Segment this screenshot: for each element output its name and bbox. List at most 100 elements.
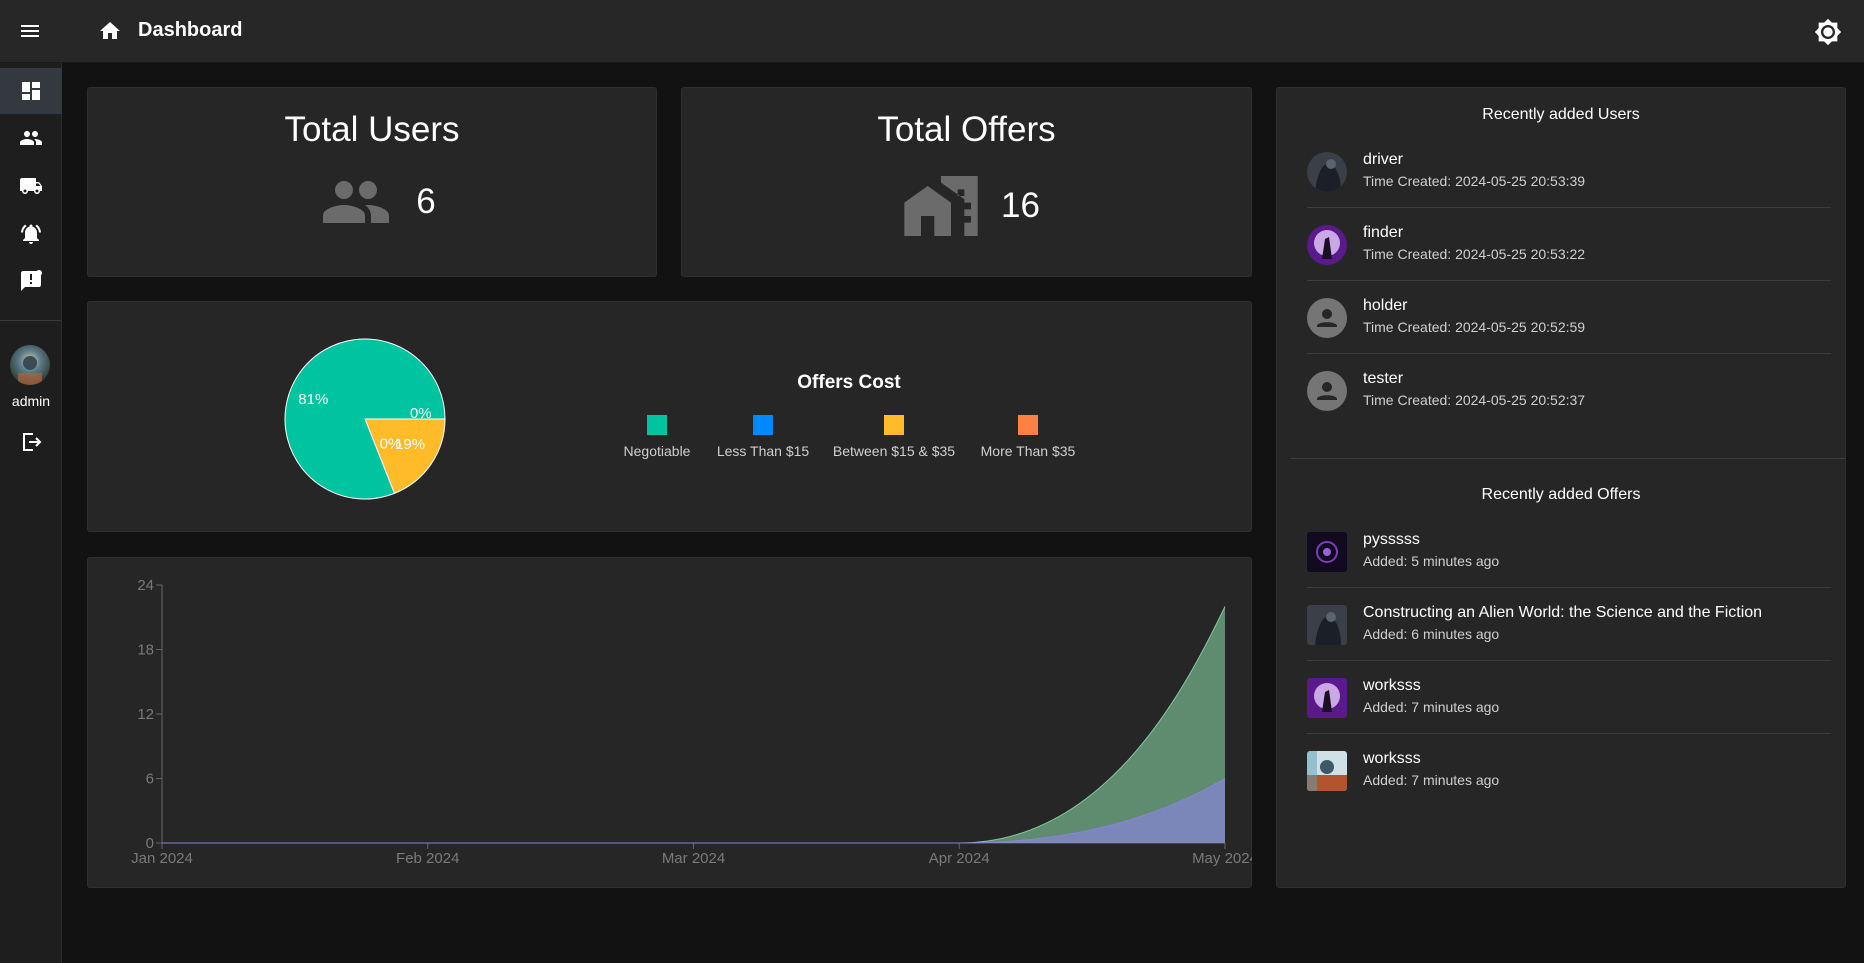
nav-announcements[interactable] [0, 258, 62, 304]
section-divider [1291, 458, 1845, 459]
offer-added-time: Added: 5 minutes ago [1363, 553, 1500, 569]
user-name: driver [1363, 151, 1404, 168]
home-work-icon [904, 176, 978, 236]
recent-offers-heading: Recently added Offers [1481, 486, 1641, 503]
legend-label: Less Than $15 [716, 443, 810, 459]
legend-swatch [1018, 415, 1038, 435]
legend-label: More Than $35 [980, 443, 1076, 459]
dashboard-icon [22, 82, 40, 100]
recent-user-item[interactable]: tester Time Created: 2024-05-25 20:52:37 [1307, 370, 1831, 443]
divider [1307, 207, 1831, 208]
y-tick-label: 24 [137, 577, 154, 594]
logout-icon[interactable] [19, 430, 43, 454]
legend-between-15-35[interactable]: Between $15 & $35 [832, 415, 956, 459]
offer-name: worksss [1363, 750, 1421, 767]
nav-users[interactable] [0, 115, 62, 161]
admin-username: admin [11, 393, 51, 409]
alarm-icon [21, 224, 41, 244]
default-avatar-icon [1307, 371, 1347, 411]
legend-swatch [884, 415, 904, 435]
pie-slice-label: 0% [410, 405, 432, 422]
x-tick-label: Mar 2024 [662, 850, 725, 867]
legend-swatch [753, 415, 773, 435]
pie-slice-label: 81% [298, 391, 328, 408]
total-offers-value: 16 [1001, 186, 1040, 225]
offer-thumbnail [1307, 751, 1347, 791]
area-series-line [161, 606, 1226, 844]
offer-name: pysssss [1363, 531, 1420, 548]
recent-user-item[interactable]: driver Time Created: 2024-05-25 20:53:39 [1307, 151, 1831, 224]
brightness-icon[interactable] [1814, 18, 1842, 46]
recent-users-heading: Recently added Users [1482, 106, 1640, 123]
user-avatar [1307, 225, 1347, 265]
user-name: holder [1363, 297, 1408, 314]
pie-slice-label: 0% [380, 435, 402, 452]
offer-thumbnail [1307, 605, 1347, 645]
nav-dashboard[interactable] [0, 68, 62, 114]
recent-user-item[interactable]: finder Time Created: 2024-05-25 20:53:22 [1307, 224, 1831, 297]
total-users-row: 6 [88, 166, 656, 238]
user-avatar [1307, 152, 1347, 192]
announcement-icon [21, 270, 42, 291]
total-users-card: Total Users 6 [87, 87, 657, 277]
recent-offer-item[interactable]: worksss Added: 7 minutes ago [1307, 677, 1831, 750]
area-series[interactable] [162, 606, 1225, 844]
x-tick-label: Apr 2024 [929, 850, 990, 867]
offers-cost-pie-chart: 81%0%19%0% [284, 338, 446, 500]
offers-area-chart: 06121824Jan 2024 Feb 2024 Mar 2024 Apr 2024… [131, 577, 1252, 867]
offer-name: Constructing an Alien World: the Science… [1363, 604, 1763, 621]
legend-negotiable[interactable]: Negotiable [620, 415, 694, 459]
recent-offer-item[interactable]: Constructing an Alien World: the Science… [1307, 604, 1831, 677]
user-created-time: Time Created: 2024-05-25 20:52:59 [1363, 319, 1586, 335]
offer-added-time: Added: 7 minutes ago [1363, 772, 1500, 788]
users-icon [323, 181, 390, 223]
recent-offer-item[interactable]: worksss Added: 7 minutes ago [1307, 750, 1831, 823]
x-tick-label: Jan 2024 [131, 850, 193, 867]
offer-thumbnail [1307, 678, 1347, 718]
recent-panel: Recently added Users driver Time Created… [1276, 87, 1846, 888]
home-icon[interactable] [97, 19, 123, 43]
user-created-time: Time Created: 2024-05-25 20:53:39 [1363, 173, 1586, 189]
divider [1307, 280, 1831, 281]
total-offers-card: Total Offers 16 [681, 87, 1252, 277]
divider [1307, 733, 1831, 734]
legend-label: Between $15 & $35 [832, 443, 956, 459]
nav-alerts[interactable] [0, 211, 62, 257]
offer-added-time: Added: 7 minutes ago [1363, 699, 1500, 715]
recent-user-item[interactable]: holder Time Created: 2024-05-25 20:52:59 [1307, 297, 1831, 370]
default-avatar-icon [1307, 298, 1347, 338]
app-bar: Dashboard [0, 0, 1864, 63]
sidebar-divider [0, 320, 62, 321]
y-tick-label: 18 [137, 642, 154, 659]
offer-thumbnail [1307, 532, 1347, 572]
users-icon [20, 131, 42, 145]
divider [1307, 660, 1831, 661]
legend-more-than-35[interactable]: More Than $35 [977, 415, 1079, 459]
offer-added-time: Added: 6 minutes ago [1363, 626, 1500, 642]
user-created-time: Time Created: 2024-05-25 20:53:22 [1363, 246, 1586, 262]
user-name: tester [1363, 370, 1404, 387]
offer-name: worksss [1363, 677, 1421, 694]
offers-cost-title: Offers Cost [797, 372, 901, 393]
total-offers-title: Total Offers [877, 110, 1056, 149]
legend-label: Negotiable [623, 443, 691, 459]
x-tick-label: Feb 2024 [396, 850, 459, 867]
divider [1307, 353, 1831, 354]
legend-less-than-15[interactable]: Less Than $15 [714, 415, 812, 459]
legend-swatch [647, 415, 667, 435]
user-created-time: Time Created: 2024-05-25 20:52:37 [1363, 392, 1586, 408]
total-users-title: Total Users [284, 110, 460, 149]
divider [1307, 587, 1831, 588]
nav-offers[interactable] [0, 163, 62, 209]
x-tick-label: May 2024 [1192, 850, 1252, 867]
user-name: finder [1363, 224, 1404, 241]
y-tick-label: 6 [146, 771, 154, 788]
admin-avatar[interactable] [10, 345, 50, 385]
menu-icon[interactable] [18, 19, 42, 43]
sidebar: admin [0, 63, 62, 963]
y-tick-label: 12 [137, 706, 154, 723]
recent-offer-item[interactable]: pysssss Added: 5 minutes ago [1307, 531, 1831, 604]
page-title: Dashboard [138, 19, 243, 41]
total-users-value: 6 [416, 182, 436, 221]
truck-icon [20, 178, 42, 194]
